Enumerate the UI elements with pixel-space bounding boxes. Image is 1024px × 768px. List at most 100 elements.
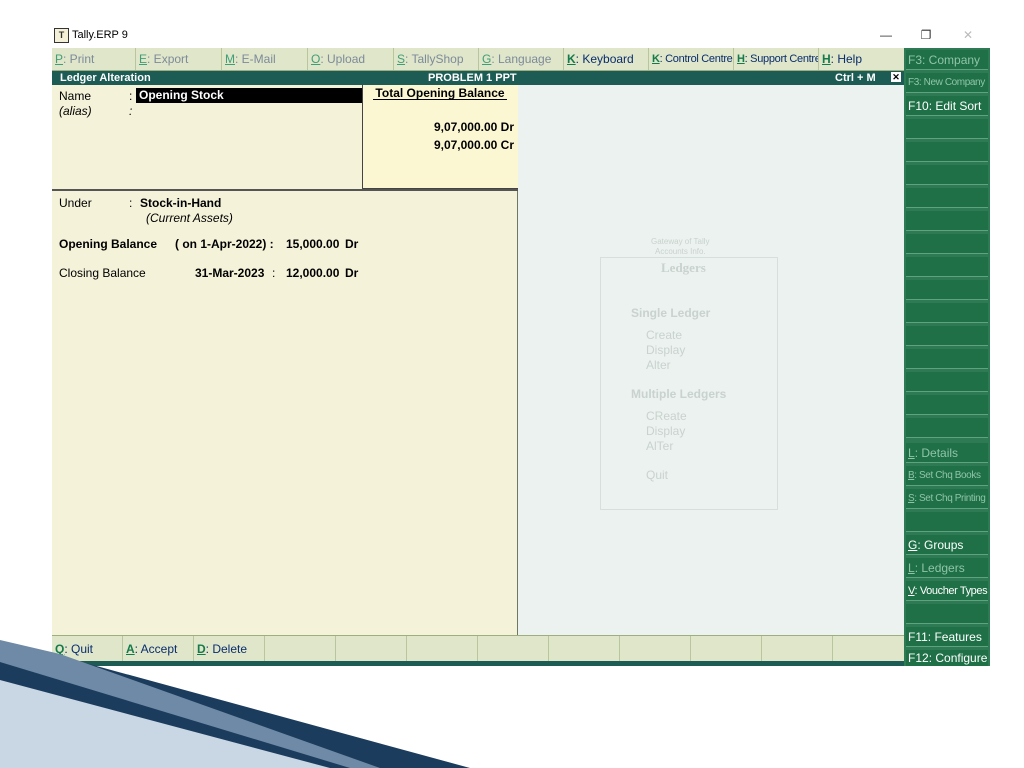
screen-close-icon[interactable]: ✕	[891, 72, 901, 82]
total-opening-balance-box: Total Opening Balance 9,07,000.00 Dr 9,0…	[362, 85, 518, 190]
restore-icon[interactable]: ❐	[916, 26, 936, 44]
section-divider	[52, 189, 518, 191]
ledger-alteration-form: Name : Opening Stock (alias) : Total Ope…	[52, 85, 518, 635]
empty-panel-slot	[906, 257, 988, 277]
ghost-quit: Quit	[646, 468, 669, 482]
empty-panel-slot	[906, 512, 988, 532]
empty-panel-slot	[906, 418, 988, 438]
menu-export[interactable]: E: Export	[136, 48, 222, 70]
g-groups-label: : Groups	[917, 538, 964, 552]
menu-keyboard[interactable]: K: Keyboard	[564, 48, 649, 70]
ghost-gateway-text: Gateway of Tally	[651, 237, 710, 246]
menu-tallyshop[interactable]: S: TallyShop	[394, 48, 479, 70]
empty-panel-slot	[906, 395, 988, 415]
menu-help-label: : Help	[830, 52, 863, 66]
shortcut-hint: Ctrl + M	[835, 72, 876, 84]
set-chq-books-button[interactable]: B: Set Chq Books	[906, 466, 988, 486]
tally-app-icon: T	[54, 28, 69, 43]
menu-language-key: G	[482, 52, 492, 66]
ghost-single-create: Create	[646, 328, 683, 342]
slide-swoosh-decoration	[0, 640, 470, 768]
f3-company-button[interactable]: F3: Company	[906, 50, 988, 70]
name-colon: :	[129, 89, 133, 103]
f3-new-company-label: : New Company	[918, 77, 985, 88]
empty-panel-slot	[906, 280, 988, 300]
ghost-multiple-display: Display	[646, 424, 686, 438]
menu-keyboard-key: K	[567, 52, 576, 66]
f3-new-company-key: F3	[908, 77, 919, 88]
menu-email-label: : E-Mail	[235, 52, 276, 66]
name-label: Name	[59, 89, 92, 103]
f3-company-label: : Company	[922, 53, 981, 67]
ghost-multiple-create: CReate	[646, 409, 687, 423]
menu-language[interactable]: G: Language	[479, 48, 564, 70]
l-ledgers-key: L	[908, 561, 915, 575]
empty-panel-slot	[906, 119, 988, 139]
g-groups-key: G	[908, 538, 918, 552]
name-field[interactable]: Opening Stock	[136, 88, 362, 103]
empty-panel-slot	[906, 188, 988, 208]
g-groups-button[interactable]: G: Groups	[906, 535, 988, 555]
v-voucher-types-button[interactable]: V: Voucher Types	[906, 581, 988, 601]
ghost-single-ledger: Single Ledger	[631, 306, 711, 320]
opening-balance-label: Opening Balance	[59, 237, 158, 251]
closing-balance-colon: :	[272, 266, 276, 280]
opening-balance-amount[interactable]: 15,000.00	[286, 237, 339, 251]
empty-panel-slot	[906, 165, 988, 185]
l-ledgers-button[interactable]: L: Ledgers	[906, 558, 988, 578]
menu-print-label: : Print	[63, 52, 95, 66]
empty-panel-slot	[906, 142, 988, 162]
l-details-button[interactable]: L: Details	[906, 443, 988, 463]
alias-label: (alias)	[59, 104, 92, 118]
ghost-multiple-ledgers: Multiple Ledgers	[631, 387, 727, 401]
menu-keyboard-label: : Keyboard	[575, 52, 634, 66]
menu-email[interactable]: M: E-Mail	[222, 48, 308, 70]
ghost-single-alter: Alter	[646, 358, 671, 372]
alias-colon: :	[129, 104, 133, 118]
closing-balance-date: 31-Mar-2023	[195, 266, 265, 280]
f10-edit-sort-key: F10	[908, 99, 929, 113]
top-menu-bar: P: Print E: Export M: E-Mail O: Upload S…	[52, 48, 904, 71]
f10-edit-sort-label: : Edit Sort	[928, 99, 982, 113]
ghost-single-display: Display	[646, 343, 686, 357]
empty-panel-slot	[906, 211, 988, 231]
screen-title: Ledger Alteration	[60, 72, 151, 84]
close-icon[interactable]: ✕	[958, 26, 978, 44]
under-group-name: (Current Assets)	[146, 211, 233, 225]
menu-control-centre[interactable]: K: Control Centre	[649, 48, 734, 70]
window-title-bar: T Tally.ERP 9 — ❐ ✕	[52, 26, 990, 46]
empty-panel-slot	[906, 349, 988, 369]
under-colon: :	[129, 196, 133, 210]
menu-export-key: E	[139, 52, 148, 66]
menu-upload-key: O	[311, 52, 321, 66]
right-button-panel: F3: Company F3: New Company F10: Edit So…	[904, 48, 990, 666]
menu-help-key: H	[822, 52, 831, 66]
menu-control-centre-label: : Control Centre	[659, 53, 733, 65]
screen-header: Ledger Alteration PROBLEM 1 PPT Ctrl + M…	[52, 71, 904, 85]
set-chq-printing-label: : Set Chq Printing	[914, 493, 986, 504]
empty-panel-slot	[906, 234, 988, 254]
under-label: Under	[59, 196, 92, 210]
empty-panel-slot	[906, 303, 988, 323]
l-ledgers-label: : Ledgers	[914, 561, 965, 575]
total-debit-amount: 9,07,000.00 Dr	[433, 120, 514, 134]
menu-print[interactable]: P: Print	[52, 48, 136, 70]
ghost-ledgers-title: Ledgers	[661, 260, 706, 275]
menu-print-key: P	[55, 52, 64, 66]
minimize-icon[interactable]: —	[876, 26, 896, 44]
title-underline	[373, 99, 507, 100]
menu-support-centre[interactable]: H: Support Centre	[734, 48, 819, 70]
total-opening-balance-title: Total Opening Balance	[375, 86, 505, 100]
menu-help[interactable]: H: Help	[819, 48, 904, 70]
menu-upload[interactable]: O: Upload	[308, 48, 394, 70]
menu-email-key: M	[225, 52, 235, 66]
closing-balance-type: Dr	[345, 266, 359, 280]
ghost-multiple-alter: AlTer	[646, 439, 674, 453]
opening-balance-type[interactable]: Dr	[345, 237, 358, 251]
set-chq-printing-button[interactable]: S: Set Chq Printing	[906, 489, 988, 509]
menu-upload-label: : Upload	[320, 52, 366, 66]
menu-tallyshop-label: : TallyShop	[405, 52, 464, 66]
under-field[interactable]: Stock-in-Hand	[140, 196, 221, 210]
f3-new-company-button[interactable]: F3: New Company	[906, 73, 988, 93]
f10-edit-sort-button[interactable]: F10: Edit Sort	[906, 96, 988, 116]
